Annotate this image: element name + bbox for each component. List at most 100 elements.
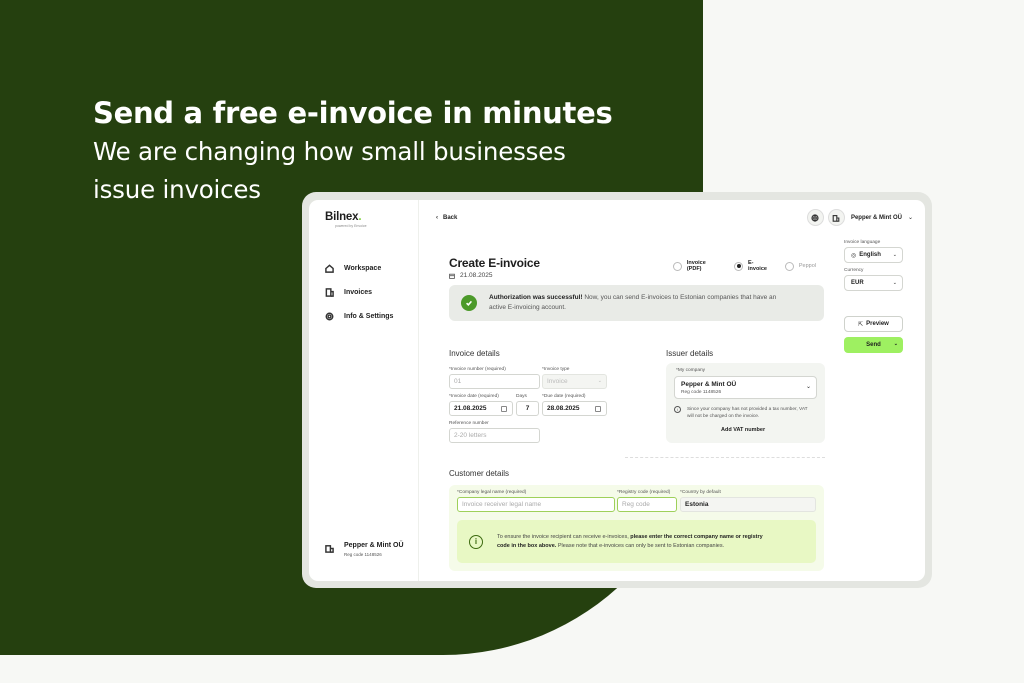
sidebar-item-info-settings[interactable]: Info & Settings xyxy=(325,304,393,328)
invoice-format-radios: Invoice (PDF) E-invoice Peppol xyxy=(673,260,829,272)
reference-input[interactable]: 2-20 letters xyxy=(449,428,540,443)
calendar-icon xyxy=(449,273,455,279)
my-company-select[interactable]: Pepper & Mint OÜ Reg code 1148526 ⌄ xyxy=(674,376,817,399)
invoice-number-input[interactable]: 01 xyxy=(449,374,540,389)
sidebar-item-label: Workspace xyxy=(344,264,382,272)
due-date-input[interactable]: 28.08.2025 xyxy=(542,401,607,416)
chevron-left-icon: ‹ xyxy=(436,215,438,221)
chevron-down-icon: ⌄ xyxy=(597,378,602,384)
days-label: Days xyxy=(516,394,527,399)
info-icon: i xyxy=(469,534,483,549)
logo-text: Bilnex xyxy=(325,211,359,223)
hero-title: Send a free e-invoice in minutes xyxy=(93,96,613,130)
sidebar-item-label: Invoices xyxy=(344,288,373,296)
send-button[interactable]: Send ⌄ xyxy=(844,337,903,353)
external-link-icon: ⇱ xyxy=(858,321,864,328)
building-icon xyxy=(833,214,840,222)
sidebar-company-reg: Reg code 1148526 xyxy=(344,552,382,557)
my-company-name: Pepper & Mint OÜ xyxy=(681,381,737,388)
issuer-details-heading: Issuer details xyxy=(666,349,714,358)
issuer-panel: *My company Pepper & Mint OÜ Reg code 11… xyxy=(666,363,825,443)
app-frame: Bilnex. powered by Envoice Workspace Inv… xyxy=(302,192,932,588)
right-column: Invoice language ◎ English ⌄ Currency EU… xyxy=(844,200,904,581)
company-name-input[interactable]: Invoice receiver legal name xyxy=(457,497,615,512)
vat-note-text: Since your company has not provided a ta… xyxy=(687,407,808,419)
calendar-icon xyxy=(501,406,507,412)
my-company-reg: Reg code 1148526 xyxy=(681,390,722,395)
chevron-down-icon[interactable]: ⌄ xyxy=(894,341,898,347)
invoice-type-label: *Invoice type xyxy=(542,367,570,372)
language-value: English xyxy=(859,252,881,258)
radio-dot xyxy=(784,261,794,271)
chevron-down-icon: ⌄ xyxy=(892,252,897,258)
customer-details-heading: Customer details xyxy=(449,469,510,478)
building-icon xyxy=(325,545,334,553)
add-vat-button[interactable]: Add VAT number xyxy=(721,427,765,433)
currency-label: Currency xyxy=(844,268,864,273)
sidebar: Bilnex. powered by Envoice Workspace Inv… xyxy=(309,200,419,581)
success-alert: Authorization was successful! Now, you c… xyxy=(449,285,824,321)
invoice-type-value: Invoice xyxy=(547,378,568,385)
customer-panel: *Company legal name (required) Invoice r… xyxy=(449,485,824,571)
sidebar-company-name: Pepper & Mint OÜ xyxy=(344,542,404,549)
invoice-type-select[interactable]: Invoice ⌄ xyxy=(542,374,607,389)
sidebar-item-invoices[interactable]: Invoices xyxy=(325,280,393,304)
language-select[interactable]: ◎ English ⌄ xyxy=(844,247,903,263)
calendar-icon xyxy=(595,406,601,412)
preview-button[interactable]: ⇱ Preview xyxy=(844,316,903,332)
invoice-date-value: 21.08.2025 xyxy=(454,405,487,412)
currency-select[interactable]: EUR ⌄ xyxy=(844,275,903,291)
my-company-label: *My company xyxy=(676,368,706,373)
logo-dot: . xyxy=(358,211,362,223)
invoices-icon xyxy=(325,287,334,297)
registry-code-input[interactable]: Reg code xyxy=(617,497,677,512)
check-icon xyxy=(461,295,477,311)
currency-value: EUR xyxy=(851,280,864,286)
invoice-date-input[interactable]: 21.08.2025 xyxy=(449,401,513,416)
send-label: Send xyxy=(866,342,881,348)
registry-code-label: *Registry code (required) xyxy=(617,490,671,495)
globe-icon: ◎ xyxy=(851,252,857,259)
info-icon: i xyxy=(674,406,681,413)
home-icon xyxy=(325,263,334,273)
hero-subtitle-line1: We are changing how small businesses xyxy=(93,137,566,166)
radio-invoice-pdf[interactable]: Invoice (PDF) xyxy=(673,260,721,272)
chevron-down-icon: ⌄ xyxy=(805,384,811,390)
info-post: Please note that e-invoices can only be … xyxy=(556,542,725,549)
vat-note: i Since your company has not provided a … xyxy=(674,406,812,420)
radio-label: E-invoice xyxy=(748,260,767,272)
country-label: *Country by default xyxy=(680,490,721,495)
sidebar-nav: Workspace Invoices Info & Settings xyxy=(325,256,393,328)
alert-bold: Authorization was successful! xyxy=(489,294,583,301)
recipient-info-box: i To ensure the invoice recipient can re… xyxy=(457,520,816,563)
page-date: 21.08.2025 xyxy=(449,272,493,279)
sidebar-item-workspace[interactable]: Workspace xyxy=(325,256,393,280)
radio-peppol[interactable]: Peppol xyxy=(784,261,816,271)
chevron-down-icon[interactable]: ⌄ xyxy=(908,214,913,221)
sidebar-company[interactable]: Pepper & Mint OÜ Reg code 1148526 xyxy=(325,542,404,557)
radio-dot xyxy=(673,261,682,271)
country-field: Estonia xyxy=(680,497,816,512)
radio-label: Peppol xyxy=(798,263,816,269)
radio-e-invoice[interactable]: E-invoice xyxy=(734,260,772,272)
app-window: Bilnex. powered by Envoice Workspace Inv… xyxy=(309,200,925,581)
gear-icon xyxy=(325,312,334,320)
divider xyxy=(625,457,825,458)
recipient-info-text: To ensure the invoice recipient can rece… xyxy=(497,533,767,551)
main-content: Create E-invoice 21.08.2025 Invoice (PDF… xyxy=(449,200,829,581)
company-switch-button[interactable] xyxy=(827,209,845,226)
reference-label: Reference number xyxy=(449,421,489,426)
radio-dot xyxy=(734,261,743,271)
company-name-label: *Company legal name (required) xyxy=(457,490,527,495)
page-date-value: 21.08.2025 xyxy=(460,272,493,279)
preview-label: Preview xyxy=(866,321,889,327)
invoice-date-label: *Invoice date (required) xyxy=(449,394,499,399)
invoice-details-heading: Invoice details xyxy=(449,349,500,358)
page-title: Create E-invoice xyxy=(449,256,540,270)
language-label: Invoice language xyxy=(844,240,881,245)
chevron-down-icon: ⌄ xyxy=(892,280,897,286)
invoice-number-label: *Invoice number (required) xyxy=(449,367,506,372)
sidebar-item-label: Info & Settings xyxy=(344,312,394,320)
days-input[interactable]: 7 xyxy=(516,401,539,416)
logo[interactable]: Bilnex. powered by Envoice xyxy=(325,211,367,228)
